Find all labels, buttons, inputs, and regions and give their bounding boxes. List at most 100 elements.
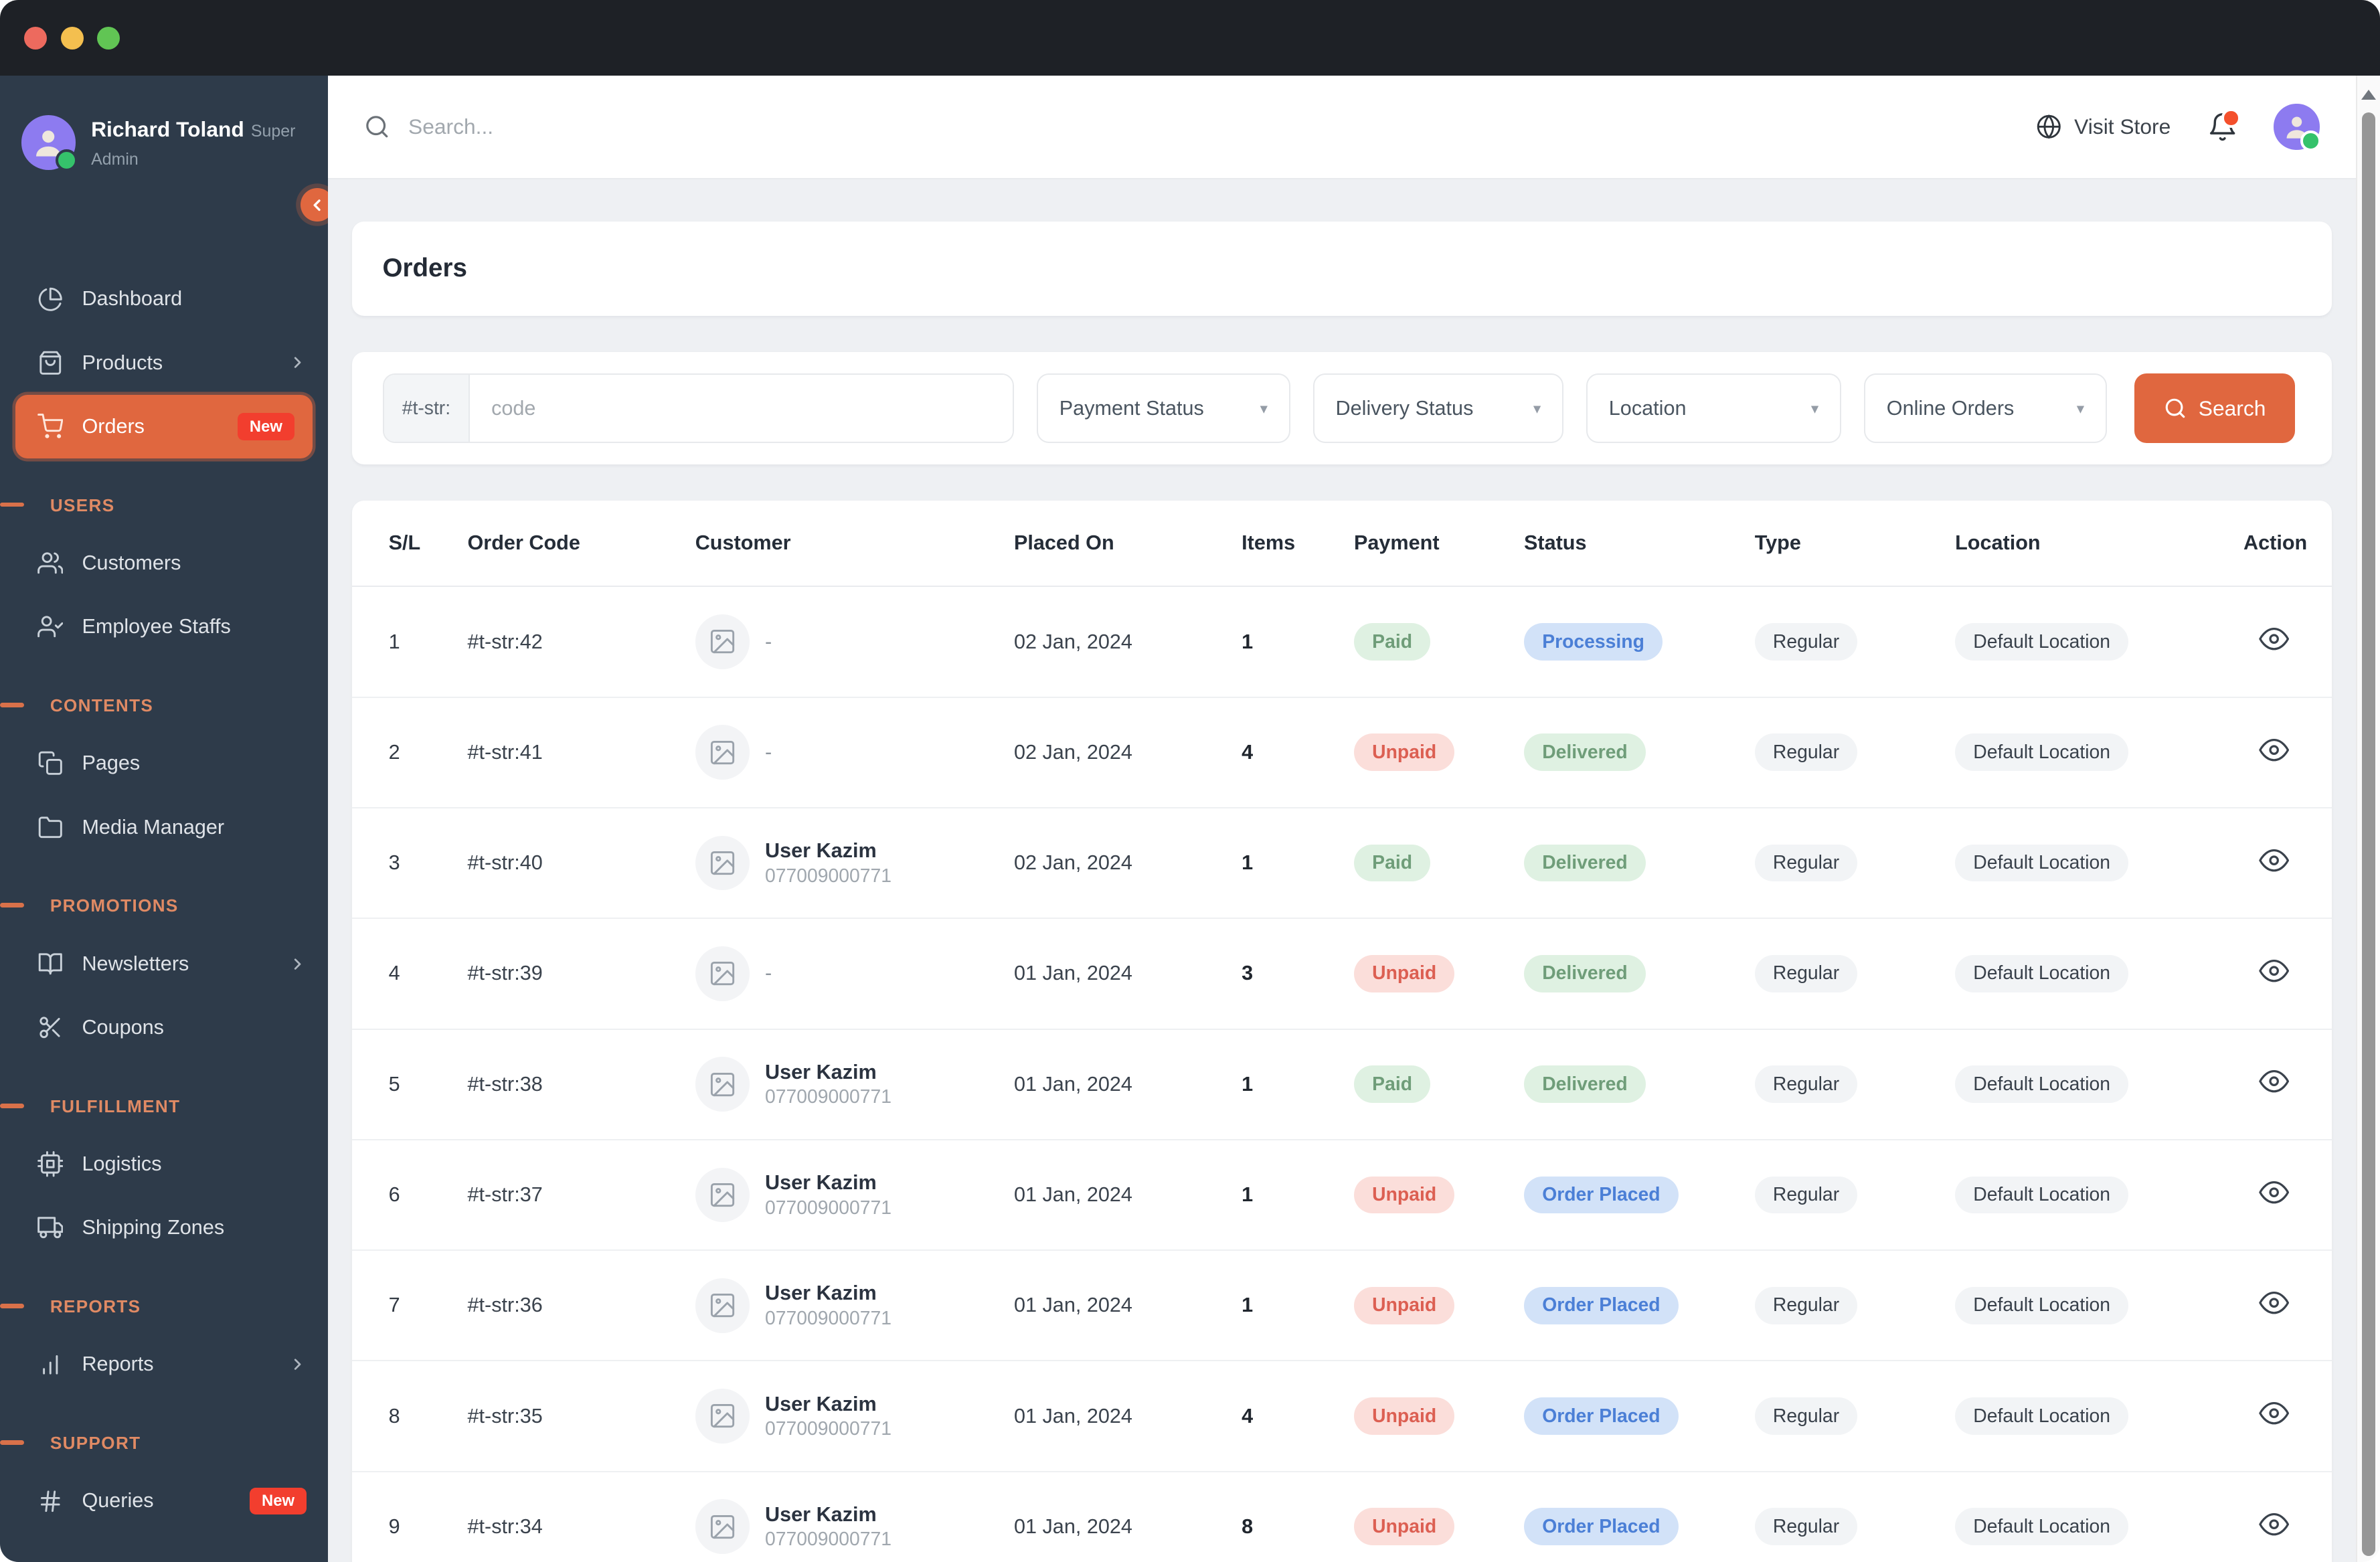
orders-table-header: S/L Order Code Customer Placed On Items Payme… <box>352 501 2332 588</box>
payment-badge: Unpaid <box>1353 1397 1455 1435</box>
type-cell: Regular <box>1754 955 1955 992</box>
customer-phone: 077009000771 <box>765 1197 892 1219</box>
view-order-button[interactable] <box>2259 956 2289 991</box>
payment-cell: Unpaid <box>1353 733 1524 772</box>
location-cell: Default Location <box>1955 1508 2243 1546</box>
sidebar-item-customers[interactable]: Customers <box>0 531 328 595</box>
page-title: Orders <box>382 254 467 283</box>
items-cell: 8 <box>1242 1514 1254 1538</box>
serial-cell: 7 <box>388 1294 400 1317</box>
scrollbar-thumb[interactable] <box>2362 112 2376 1556</box>
type-pill: Regular <box>1754 623 1858 661</box>
chevron-right-icon <box>288 955 307 973</box>
online-status-dot <box>55 149 78 172</box>
sidebar-item-orders[interactable]: Orders New <box>15 394 313 458</box>
chevron-right-icon <box>288 1355 307 1373</box>
sidebar-item-dashboard[interactable]: Dashboard <box>0 267 328 331</box>
sidebar-item-coupons[interactable]: Coupons <box>0 996 328 1059</box>
serial-cell: 6 <box>388 1183 400 1206</box>
status-badge: Order Placed <box>1523 1508 1679 1546</box>
users-icon <box>36 549 64 577</box>
serial-cell: 4 <box>388 962 400 985</box>
location-cell: Default Location <box>1955 1397 2243 1435</box>
order-code-cell: #t-str:34 <box>467 1514 543 1538</box>
placed-on-cell: 01 Jan, 2024 <box>1013 962 1132 985</box>
column-header-action: Action <box>2243 531 2308 555</box>
type-pill: Regular <box>1754 955 1858 992</box>
type-cell: Regular <box>1754 1286 1955 1324</box>
order-code-input[interactable] <box>470 374 1013 442</box>
user-check-icon <box>36 613 64 640</box>
type-cell: Regular <box>1754 1508 1955 1546</box>
action-cell <box>2243 1509 2289 1545</box>
location-pill: Default Location <box>1955 733 2129 772</box>
view-order-button[interactable] <box>2259 735 2289 770</box>
view-order-button[interactable] <box>2259 1066 2289 1102</box>
payment-cell: Paid <box>1353 623 1524 661</box>
order-code-cell: #t-str:35 <box>467 1404 543 1427</box>
visit-store-link[interactable]: Visit Store <box>2036 114 2171 140</box>
section-dash <box>0 1103 25 1108</box>
location-select[interactable]: Location ▾ <box>1586 373 1842 444</box>
view-order-button[interactable] <box>2259 1177 2289 1213</box>
scrollbar[interactable] <box>2355 76 2380 1562</box>
page-title-card: Orders <box>352 222 2332 316</box>
sidebar-item-media-manager[interactable]: Media Manager <box>0 795 328 859</box>
payment-badge: Unpaid <box>1353 1508 1455 1546</box>
orders-table-body: 1 #t-str:42 - 02 Jan, 2024 1 Paid Processing Re… <box>352 587 2332 1561</box>
search-input[interactable] <box>405 112 1049 141</box>
location-pill: Default Location <box>1955 1397 2129 1435</box>
status-badge: Delivered <box>1523 955 1646 992</box>
action-cell <box>2243 845 2289 881</box>
sidebar-item-products[interactable]: Products <box>0 331 328 394</box>
window-close-button[interactable] <box>24 26 48 50</box>
scroll-up-arrow[interactable] <box>2361 90 2376 100</box>
sidebar-item-logistics[interactable]: Logistics <box>0 1132 328 1196</box>
view-order-button[interactable] <box>2259 624 2289 659</box>
chevron-right-icon <box>288 353 307 371</box>
payment-cell: Paid <box>1353 844 1524 882</box>
payment-status-select[interactable]: Payment Status ▾ <box>1037 373 1290 444</box>
location-cell: Default Location <box>1955 733 2243 772</box>
view-order-button[interactable] <box>2259 845 2289 881</box>
delivery-status-select[interactable]: Delivery Status ▾ <box>1312 373 1563 444</box>
placed-on-cell: 01 Jan, 2024 <box>1013 1514 1132 1538</box>
visit-store-label: Visit Store <box>2074 114 2171 139</box>
order-row-4: 4 #t-str:39 - 01 Jan, 2024 3 Unpaid Delivered R… <box>352 919 2332 1030</box>
view-order-button[interactable] <box>2259 1398 2289 1434</box>
status-cell: Delivered <box>1523 1065 1755 1103</box>
section-label: FULFILLMENT <box>50 1096 181 1116</box>
sidebar-section-reports: REPORTS <box>0 1281 328 1332</box>
action-cell <box>2243 1288 2289 1323</box>
view-order-button[interactable] <box>2259 1509 2289 1545</box>
sidebar-item-employee-staffs[interactable]: Employee Staffs <box>0 595 328 659</box>
sidebar-item-newsletters[interactable]: Newsletters <box>0 932 328 995</box>
orders-filter-bar: #t-str: Payment Status▾ Delivery Status▾… <box>352 352 2332 464</box>
sidebar-user-card[interactable]: Richard Toland Super Admin <box>0 76 328 185</box>
type-pill: Regular <box>1754 1176 1858 1214</box>
new-badge: New <box>249 1487 307 1515</box>
view-order-button[interactable] <box>2259 1288 2289 1323</box>
customer-cell: User Kazim 077009000771 <box>695 1167 1014 1223</box>
order-row-3: 3 #t-str:40 User Kazim 077009000771 02 Jan, … <box>352 808 2332 920</box>
orders-search-button[interactable]: Search <box>2134 373 2296 444</box>
global-search[interactable] <box>364 112 2036 141</box>
sidebar-item-pages[interactable]: Pages <box>0 731 328 795</box>
sidebar-item-queries[interactable]: Queries New <box>0 1469 328 1533</box>
order-row-2: 2 #t-str:41 - 02 Jan, 2024 4 Unpaid Delivered R… <box>352 698 2332 808</box>
cpu-icon <box>36 1150 64 1178</box>
online-orders-select[interactable]: Online Orders ▾ <box>1864 373 2107 444</box>
customer-name: User Kazim <box>765 1502 877 1526</box>
window-maximize-button[interactable] <box>97 26 120 50</box>
customer-cell: User Kazim 077009000771 <box>695 1057 1014 1112</box>
order-code-cell: #t-str:36 <box>467 1294 543 1317</box>
sidebar-item-reports[interactable]: Reports <box>0 1332 328 1396</box>
sidebar-item-shipping-zones[interactable]: Shipping Zones <box>0 1196 328 1260</box>
payment-badge: Unpaid <box>1353 1176 1455 1214</box>
payment-cell: Unpaid <box>1353 1176 1524 1214</box>
notifications-button[interactable] <box>2207 108 2241 142</box>
orders-table: S/L Order Code Customer Placed On Items Payme… <box>352 501 2332 1562</box>
window-minimize-button[interactable] <box>60 26 84 50</box>
customer-name: User Kazim <box>765 1060 877 1083</box>
profile-avatar[interactable] <box>2274 104 2321 151</box>
